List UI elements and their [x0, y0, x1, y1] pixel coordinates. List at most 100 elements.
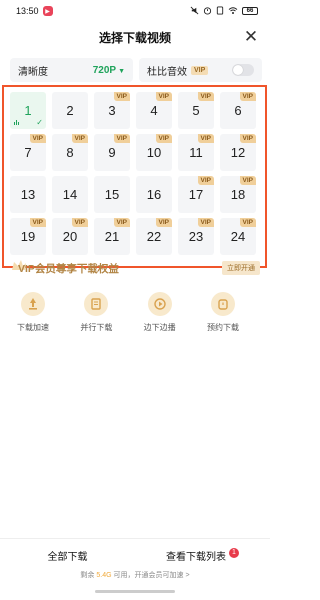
dolby-toggle[interactable] [232, 64, 254, 76]
episode-5[interactable]: 5 VIP [178, 92, 214, 129]
close-button[interactable]: ✕ [242, 28, 260, 46]
episode-9[interactable]: 9 VIP [94, 134, 130, 171]
benefit-label: 预约下载 [206, 323, 239, 332]
episode-10[interactable]: 10 VIP [136, 134, 172, 171]
episode-19[interactable]: 19 VIP [10, 218, 46, 255]
rocket-download-icon [21, 292, 45, 316]
vip-badge: VIP [155, 92, 172, 101]
episode-number: 9 [108, 145, 116, 160]
bottom-divider [0, 538, 270, 539]
play-download-icon [147, 292, 172, 316]
vip-badge: VIP [197, 134, 214, 143]
caret-down-icon: ▼ [118, 67, 125, 75]
episode-21[interactable]: 21 VIP [94, 218, 130, 255]
episode-number: 7 [24, 145, 32, 160]
document-icon [84, 292, 109, 316]
episode-number: 18 [230, 187, 246, 202]
vip-badge: VIP [29, 134, 46, 143]
close-icon: ✕ [243, 27, 259, 46]
battery-icon: 66 [242, 7, 258, 15]
episode-number: 20 [62, 229, 78, 244]
episode-number: 5 [192, 103, 200, 118]
vip-badge: VIP [113, 218, 130, 227]
view-download-list-button[interactable]: 查看下载列表 1 [135, 547, 270, 563]
episode-14[interactable]: 14 [52, 176, 88, 213]
vip-badge: VIP [197, 92, 214, 101]
episode-15[interactable]: 15 [94, 176, 130, 213]
episode-3[interactable]: 3 VIP [94, 92, 130, 129]
sim-icon [216, 5, 224, 17]
status-time: 13:50 [16, 6, 39, 16]
benefit-download-speedup[interactable]: 下载加速 [8, 292, 58, 333]
benefit-label: 并行下载 [80, 323, 113, 332]
episode-number: 22 [146, 229, 162, 244]
benefit-play-while-download[interactable]: 边下边播 [135, 292, 185, 333]
episode-number: 19 [20, 229, 36, 244]
episode-11[interactable]: 11 VIP [178, 134, 214, 171]
header: 选择下载视频 ✕ [0, 22, 270, 52]
dolby-label: 杜比音效 [147, 66, 187, 78]
storage-prefix: 剩余 [80, 572, 95, 579]
storage-info[interactable]: 剩余 5.4G 可用，开通会员可加速 > [0, 570, 270, 580]
status-right: 66 [190, 5, 258, 17]
episode-number: 14 [62, 187, 78, 202]
options-row: 清晰度 720P ▼ 杜比音效 VIP [10, 58, 262, 82]
vip-badge: VIP [113, 134, 130, 143]
episode-number: 23 [188, 229, 204, 244]
episode-6[interactable]: 6 VIP [220, 92, 256, 129]
episode-2[interactable]: 2 [52, 92, 88, 129]
view-download-list-label: 查看下载列表 [166, 551, 226, 563]
bottom-bar: 全部下载 查看下载列表 1 [0, 540, 270, 570]
episode-grid: 1 ✓ 2 3 VIP 4 VIP 5 VIP 6 VIP 7 VIP 8 VIP 9 VIP 10 VIP 11 VI… [10, 92, 262, 255]
benefit-label: 边下边播 [143, 323, 176, 332]
episode-number: 15 [104, 187, 120, 202]
status-bar: 13:50 ▶ 66 [0, 0, 270, 22]
episode-24[interactable]: 24 VIP [220, 218, 256, 255]
episode-16[interactable]: 16 [136, 176, 172, 213]
vip-badge: VIP [239, 92, 256, 101]
episode-22[interactable]: 22 VIP [136, 218, 172, 255]
episode-23[interactable]: 23 VIP [178, 218, 214, 255]
episode-7[interactable]: 7 VIP [10, 134, 46, 171]
downloading-bars-icon [14, 120, 19, 125]
resolution-value-wrap: 720P ▼ [93, 65, 125, 76]
episode-number: 13 [20, 187, 36, 202]
dolby-left: 杜比音效 VIP [147, 63, 209, 78]
download-all-button[interactable]: 全部下载 [0, 548, 135, 563]
storage-value: 5.4G [96, 572, 112, 579]
episode-20[interactable]: 20 VIP [52, 218, 88, 255]
benefit-label: 下载加速 [17, 323, 49, 332]
vip-badge: VIP [155, 134, 172, 143]
vip-badge: VIP [197, 176, 214, 185]
mute-icon [190, 6, 199, 17]
benefit-parallel-download[interactable]: 并行下载 [71, 292, 121, 333]
vip-badge: VIP [71, 134, 88, 143]
episode-number: 2 [66, 103, 74, 118]
episode-8[interactable]: 8 VIP [52, 134, 88, 171]
alarm-icon [203, 6, 212, 17]
episode-number: 17 [188, 187, 204, 202]
vip-badge: VIP [71, 218, 88, 227]
episode-number: 6 [234, 103, 242, 118]
vip-badge: VIP [239, 134, 256, 143]
dolby-vip-badge: VIP [191, 65, 209, 75]
benefit-scheduled-download[interactable]: 预约下载 [198, 292, 248, 333]
home-indicator [95, 590, 175, 593]
resolution-selector[interactable]: 清晰度 720P ▼ [10, 58, 133, 82]
vip-badge: VIP [239, 176, 256, 185]
episode-number: 3 [108, 103, 116, 118]
episode-12[interactable]: 12 VIP [220, 134, 256, 171]
episode-1[interactable]: 1 ✓ [10, 92, 46, 129]
notification-app-icon: ▶ [42, 6, 53, 16]
wifi-icon [228, 6, 238, 17]
episode-number: 8 [66, 145, 74, 160]
episode-number: 10 [146, 145, 162, 160]
episode-number: 12 [230, 145, 246, 160]
episode-18[interactable]: 18 VIP [220, 176, 256, 213]
episode-17[interactable]: 17 VIP [178, 176, 214, 213]
vip-open-button[interactable]: 立即开通 [222, 261, 260, 275]
download-count-badge: 1 [229, 547, 239, 558]
episode-13[interactable]: 13 [10, 176, 46, 213]
episode-4[interactable]: 4 VIP [136, 92, 172, 129]
benefits-row: 下载加速 并行下载 边下边播 预约下载 [8, 292, 248, 333]
